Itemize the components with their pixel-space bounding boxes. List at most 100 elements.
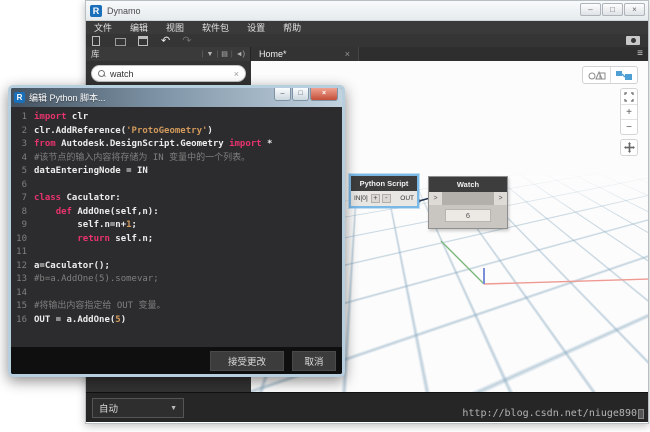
- menu-item[interactable]: 视图: [166, 21, 184, 34]
- filter-icon[interactable]: ▼: [207, 51, 214, 58]
- dialog-close-button[interactable]: ×: [310, 88, 338, 101]
- speaker-icon[interactable]: ◄): [236, 51, 245, 58]
- dialog-title: 编辑 Python 脚本...: [29, 91, 106, 104]
- watch-input-port[interactable]: >: [429, 192, 442, 205]
- code-line[interactable]: 13#b=a.AddOne(5).somevar;: [13, 273, 342, 287]
- search-icon: [98, 70, 105, 77]
- page: R Dynamo – □ × 文件 编辑 视图 软件包 设置 帮助 ↶ ↷ 库 | ▼: [0, 0, 650, 432]
- zoom-controls: + −: [620, 88, 638, 135]
- zoom-fit-button[interactable]: [621, 89, 637, 104]
- new-file-button[interactable]: [92, 36, 103, 46]
- layout-icon[interactable]: ▤: [221, 50, 228, 58]
- code-line[interactable]: 11: [13, 246, 342, 260]
- watermark-text: http://blog.csdn.net/niuge890: [462, 408, 637, 419]
- dialog-minimize-button[interactable]: –: [274, 88, 291, 101]
- pan-button[interactable]: [620, 139, 638, 156]
- dialog-maximize-button[interactable]: □: [292, 88, 309, 101]
- menu-item[interactable]: 设置: [247, 21, 265, 34]
- chevron-down-icon: ▼: [170, 405, 177, 412]
- line-number: 8: [13, 206, 27, 220]
- line-number: 10: [13, 233, 27, 247]
- graph-view-button[interactable]: [610, 67, 637, 83]
- accept-changes-button[interactable]: 接受更改: [210, 351, 284, 371]
- close-button[interactable]: ×: [624, 3, 645, 16]
- minimize-button[interactable]: –: [580, 3, 601, 16]
- dialog-titlebar[interactable]: R 编辑 Python 脚本... – □ ×: [11, 88, 342, 107]
- line-number: 7: [13, 192, 27, 206]
- code-line[interactable]: 12a=Caculator();: [13, 260, 342, 274]
- code-line[interactable]: 15#将输出内容指定给 OUT 变量。: [13, 300, 342, 314]
- geometry-view-button[interactable]: [583, 67, 610, 83]
- watermark: http://blog.csdn.net/niuge890: [462, 408, 644, 419]
- line-number: 16: [13, 314, 27, 328]
- cancel-button[interactable]: 取消: [292, 351, 336, 371]
- line-number: 13: [13, 273, 27, 287]
- code-line[interactable]: 4#该节点的输入内容将存储为 IN 变量中的一个列表。: [13, 152, 342, 166]
- line-number: 1: [13, 111, 27, 125]
- menu-bar: 文件 编辑 视图 软件包 设置 帮助: [86, 21, 648, 34]
- menu-item[interactable]: 文件: [94, 21, 112, 34]
- code-line[interactable]: 8 def AddOne(self,n):: [13, 206, 342, 220]
- code-line[interactable]: 9 self.n=n+1;: [13, 219, 342, 233]
- node-title[interactable]: Watch: [429, 177, 507, 192]
- axis-y-green: [441, 241, 484, 284]
- library-search[interactable]: ×: [91, 65, 246, 82]
- code-line[interactable]: 7class Caculator:: [13, 192, 342, 206]
- dynamo-logo-icon: R: [90, 5, 102, 17]
- code-line[interactable]: 3from Autodesk.DesignScript.Geometry imp…: [13, 138, 342, 152]
- line-number: 15: [13, 300, 27, 314]
- line-number: 5: [13, 165, 27, 179]
- tab-home[interactable]: Home* ×: [251, 47, 359, 61]
- line-number: 14: [13, 287, 27, 301]
- output-port-out[interactable]: OUT: [399, 194, 415, 203]
- watch-output-port[interactable]: >: [494, 192, 507, 205]
- zoom-in-button[interactable]: +: [621, 104, 637, 119]
- main-titlebar[interactable]: R Dynamo – □ ×: [86, 1, 648, 21]
- remove-input-button[interactable]: -: [382, 194, 391, 203]
- line-number: 3: [13, 138, 27, 152]
- redo-button[interactable]: ↷: [182, 36, 191, 46]
- library-title: 库: [91, 48, 100, 60]
- view-toggle-group: [582, 66, 638, 84]
- code-line[interactable]: 14: [13, 287, 342, 301]
- line-number: 4: [13, 152, 27, 166]
- python-code-editor[interactable]: 1import clr2clr.AddReference('ProtoGeome…: [11, 107, 342, 347]
- menu-item[interactable]: 软件包: [202, 21, 229, 34]
- watch-value: 6: [445, 209, 491, 222]
- tab-close-icon[interactable]: ×: [345, 50, 350, 59]
- menu-item[interactable]: 帮助: [283, 21, 301, 34]
- camera-export-icon[interactable]: [626, 36, 640, 45]
- bottom-bar: 自动 ▼ http://blog.csdn.net/niuge890: [86, 392, 648, 422]
- code-line[interactable]: 6: [13, 179, 342, 193]
- node-python-script[interactable]: Python Script IN[0] + - OUT: [349, 174, 419, 208]
- code-line[interactable]: 1import clr: [13, 111, 342, 125]
- run-mode-dropdown[interactable]: 自动 ▼: [92, 398, 184, 418]
- axis-x-red: [484, 279, 648, 284]
- dialog-footer: 接受更改 取消: [11, 347, 342, 374]
- line-number: 12: [13, 260, 27, 274]
- hamburger-menu-icon[interactable]: ≡: [637, 49, 643, 59]
- open-file-button[interactable]: [115, 36, 126, 46]
- maximize-button[interactable]: □: [602, 3, 623, 16]
- code-line[interactable]: 5dataEnteringNode = IN: [13, 165, 342, 179]
- watermark-block: [638, 409, 644, 419]
- add-input-button[interactable]: +: [371, 194, 380, 203]
- search-clear-icon[interactable]: ×: [234, 69, 239, 79]
- code-line[interactable]: 16OUT = a.AddOne(5): [13, 314, 342, 328]
- save-button[interactable]: [138, 36, 149, 46]
- node-watch[interactable]: Watch > > 6: [428, 176, 508, 229]
- header-row: 库 | ▼ | ▤ | ◄) Home* × ≡: [86, 47, 648, 61]
- menu-item[interactable]: 编辑: [130, 21, 148, 34]
- undo-button[interactable]: ↶: [161, 36, 170, 46]
- code-line[interactable]: 10 return self.n;: [13, 233, 342, 247]
- separator: |: [216, 51, 218, 58]
- search-input[interactable]: [110, 69, 234, 79]
- node-title[interactable]: Python Script: [351, 176, 417, 191]
- input-port-in0[interactable]: IN[0]: [353, 194, 369, 203]
- code-line[interactable]: 2clr.AddReference('ProtoGeometry'): [13, 125, 342, 139]
- separator: |: [202, 51, 204, 58]
- zoom-out-button[interactable]: −: [621, 119, 637, 134]
- line-number: 9: [13, 219, 27, 233]
- run-mode-value: 自动: [99, 401, 118, 415]
- python-editor-dialog: R 编辑 Python 脚本... – □ × 1import clr2clr.…: [8, 85, 345, 377]
